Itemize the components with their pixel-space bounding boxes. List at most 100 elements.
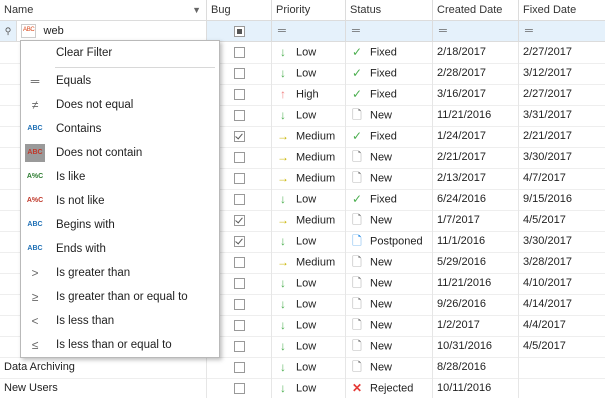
status-cell[interactable]: 🗋 New xyxy=(346,252,433,273)
status-cell[interactable]: ✓ Fixed xyxy=(346,63,433,84)
priority-cell[interactable]: ↓ Low xyxy=(272,315,346,336)
fixed-date-cell[interactable]: 4/7/2017 xyxy=(519,168,605,189)
created-date-cell[interactable]: 11/21/2016 xyxy=(433,273,519,294)
status-cell[interactable]: ✓ Fixed xyxy=(346,126,433,147)
fixed-date-cell[interactable] xyxy=(519,357,605,378)
column-header-created-date[interactable]: Created Date xyxy=(433,0,519,20)
bug-checkbox[interactable] xyxy=(233,151,245,163)
created-date-cell[interactable]: 6/24/2016 xyxy=(433,189,519,210)
table-row[interactable]: Data Archiving ↓ Low 🗋 New 8/28/2016 xyxy=(0,357,605,379)
status-filter-cell[interactable]: ═ xyxy=(346,21,433,41)
fixed-date-cell[interactable]: 4/5/2017 xyxy=(519,336,605,357)
menu-item-is-less-than[interactable]: < Is less than xyxy=(21,309,219,333)
priority-cell[interactable]: ↓ Low xyxy=(272,231,346,252)
data-grid[interactable]: Name ▼ Bug Priority Status Created Date … xyxy=(0,0,605,398)
fixed-date-cell[interactable]: 3/31/2017 xyxy=(519,105,605,126)
bug-checkbox[interactable] xyxy=(233,46,245,58)
created-filter-operator-icon[interactable]: ═ xyxy=(439,25,447,37)
column-header-bug[interactable]: Bug xyxy=(207,0,272,20)
name-filter-input[interactable]: web xyxy=(44,25,64,37)
priority-cell[interactable]: → Medium xyxy=(272,126,346,147)
status-cell[interactable]: 🗋 New xyxy=(346,147,433,168)
created-date-cell[interactable]: 2/13/2017 xyxy=(433,168,519,189)
priority-filter-cell[interactable]: ═ xyxy=(272,21,346,41)
name-filter-cell[interactable]: ABC web xyxy=(17,21,207,41)
priority-cell[interactable]: ↓ Low xyxy=(272,273,346,294)
created-date-cell[interactable]: 2/21/2017 xyxy=(433,147,519,168)
bug-checkbox[interactable] xyxy=(233,67,245,79)
status-cell[interactable]: 🗋 New xyxy=(346,294,433,315)
priority-cell[interactable]: → Medium xyxy=(272,252,346,273)
name-cell[interactable]: Data Archiving xyxy=(0,357,207,378)
created-date-cell[interactable]: 9/26/2016 xyxy=(433,294,519,315)
created-date-cell[interactable]: 1/2/2017 xyxy=(433,315,519,336)
priority-cell[interactable]: ↓ Low xyxy=(272,294,346,315)
bug-checkbox[interactable] xyxy=(233,130,245,142)
menu-item-is-like[interactable]: A%C Is like xyxy=(21,165,219,189)
priority-cell[interactable]: ↓ Low xyxy=(272,378,346,398)
fixed-date-cell[interactable]: 4/5/2017 xyxy=(519,210,605,231)
bug-checkbox[interactable] xyxy=(233,109,245,121)
created-date-cell[interactable]: 2/18/2017 xyxy=(433,42,519,63)
fixed-date-cell[interactable]: 4/10/2017 xyxy=(519,273,605,294)
column-header-name[interactable]: Name ▼ xyxy=(0,0,207,20)
priority-cell[interactable]: ↓ Low xyxy=(272,336,346,357)
menu-item-does-not-contain[interactable]: ABC Does not contain xyxy=(21,141,219,165)
bug-filter-cell[interactable] xyxy=(207,21,272,41)
menu-item-is-not-like[interactable]: A%C Is not like xyxy=(21,189,219,213)
bug-checkbox[interactable] xyxy=(233,214,245,226)
created-filter-cell[interactable]: ═ xyxy=(433,21,519,41)
created-date-cell[interactable]: 8/28/2016 xyxy=(433,357,519,378)
bug-cell[interactable] xyxy=(207,357,272,378)
column-header-status[interactable]: Status xyxy=(346,0,433,20)
menu-item-ends-with[interactable]: ABC Ends with xyxy=(21,237,219,261)
fixed-filter-cell[interactable]: ═ xyxy=(519,21,605,41)
bug-checkbox[interactable] xyxy=(233,277,245,289)
fixed-date-cell[interactable]: 3/28/2017 xyxy=(519,252,605,273)
fixed-date-cell[interactable]: 3/30/2017 xyxy=(519,147,605,168)
bug-checkbox[interactable] xyxy=(233,88,245,100)
priority-cell[interactable]: ↑ High xyxy=(272,84,346,105)
status-cell[interactable]: ✓ Fixed xyxy=(346,84,433,105)
created-date-cell[interactable]: 5/29/2016 xyxy=(433,252,519,273)
created-date-cell[interactable]: 11/21/2016 xyxy=(433,105,519,126)
created-date-cell[interactable]: 10/11/2016 xyxy=(433,378,519,398)
status-cell[interactable]: ✕ Rejected xyxy=(346,378,433,398)
priority-cell[interactable]: ↓ Low xyxy=(272,189,346,210)
fixed-date-cell[interactable]: 2/21/2017 xyxy=(519,126,605,147)
menu-item-does-not-equal[interactable]: ≠ Does not equal xyxy=(21,93,219,117)
fixed-date-cell[interactable]: 2/27/2017 xyxy=(519,84,605,105)
column-header-priority[interactable]: Priority xyxy=(272,0,346,20)
status-cell[interactable]: 🗋 New xyxy=(346,210,433,231)
priority-cell[interactable]: → Medium xyxy=(272,147,346,168)
created-date-cell[interactable]: 1/7/2017 xyxy=(433,210,519,231)
priority-cell[interactable]: ↓ Low xyxy=(272,105,346,126)
created-date-cell[interactable]: 2/28/2017 xyxy=(433,63,519,84)
bug-checkbox[interactable] xyxy=(233,235,245,247)
bug-checkbox[interactable] xyxy=(233,298,245,310)
menu-item-is-greater-than-or-equal-to[interactable]: ≥ Is greater than or equal to xyxy=(21,285,219,309)
bug-checkbox[interactable] xyxy=(233,193,245,205)
name-cell[interactable]: New Users xyxy=(0,378,207,398)
status-cell[interactable]: 🗋 New xyxy=(346,105,433,126)
menu-item-is-greater-than[interactable]: > Is greater than xyxy=(21,261,219,285)
priority-cell[interactable]: ↓ Low xyxy=(272,357,346,378)
menu-item-equals[interactable]: ═ Equals xyxy=(21,69,219,93)
status-cell[interactable]: 🗋 Postponed xyxy=(346,231,433,252)
status-filter-operator-icon[interactable]: ═ xyxy=(352,25,360,37)
priority-cell[interactable]: → Medium xyxy=(272,210,346,231)
fixed-date-cell[interactable]: 3/30/2017 xyxy=(519,231,605,252)
status-cell[interactable]: ✓ Fixed xyxy=(346,42,433,63)
does-not-contain-icon[interactable]: ABC xyxy=(21,24,37,39)
column-header-fixed-date[interactable]: Fixed Date xyxy=(519,0,605,20)
status-cell[interactable]: 🗋 New xyxy=(346,168,433,189)
created-date-cell[interactable]: 1/24/2017 xyxy=(433,126,519,147)
created-date-cell[interactable]: 3/16/2017 xyxy=(433,84,519,105)
fixed-filter-operator-icon[interactable]: ═ xyxy=(525,25,533,37)
bug-checkbox[interactable] xyxy=(233,319,245,331)
filter-condition-menu[interactable]: Clear Filter ═ Equals ≠ Does not equal ABC Con… xyxy=(20,40,220,358)
priority-cell[interactable]: ↓ Low xyxy=(272,63,346,84)
fixed-date-cell[interactable]: 9/15/2016 xyxy=(519,189,605,210)
bug-checkbox[interactable] xyxy=(233,361,245,373)
menu-item-clear-filter[interactable]: Clear Filter xyxy=(21,41,219,65)
